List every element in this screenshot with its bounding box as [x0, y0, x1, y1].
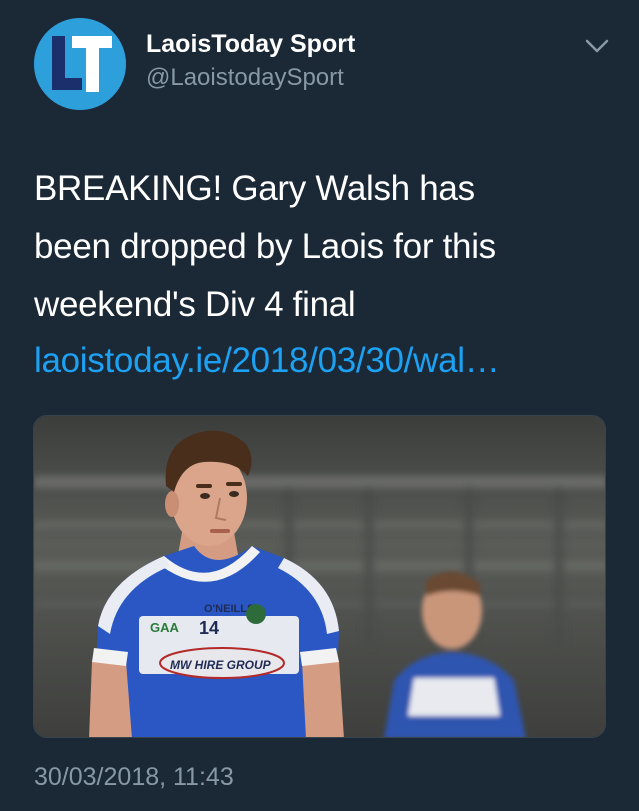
tweet-text-line: BREAKING! Gary Walsh has: [34, 169, 475, 208]
tweet-text-line: weekend's Div 4 final: [34, 285, 356, 324]
account-handle[interactable]: @LaoistodaySport: [146, 64, 344, 92]
tweet-text: BREAKING! Gary Walsh has been dropped by…: [34, 160, 614, 334]
tweet-text-line: been dropped by Laois for this: [34, 227, 496, 266]
tweet-container: LaoisToday Sport @LaoistodaySport BREAKI…: [0, 0, 639, 811]
football-player-photo: O'NEILLS GAA 14 MW HIRE GROUP: [34, 416, 605, 737]
chevron-down-icon[interactable]: [583, 36, 611, 56]
tweet-media-image[interactable]: O'NEILLS GAA 14 MW HIRE GROUP: [33, 415, 606, 738]
avatar[interactable]: [34, 18, 126, 110]
jersey-crest-label: GAA: [150, 620, 180, 635]
laoistoday-logo-icon: [34, 18, 126, 110]
jersey-crest-icon: [246, 604, 266, 624]
tweet-timestamp[interactable]: 30/03/2018, 11:43: [34, 763, 234, 792]
jersey-number-label: 14: [199, 618, 219, 638]
tweet-link[interactable]: laoistoday.ie/2018/03/30/wal…: [34, 332, 500, 390]
jersey-sponsor-label: MW HIRE GROUP: [170, 658, 272, 672]
account-display-name[interactable]: LaoisToday Sport: [146, 30, 355, 59]
